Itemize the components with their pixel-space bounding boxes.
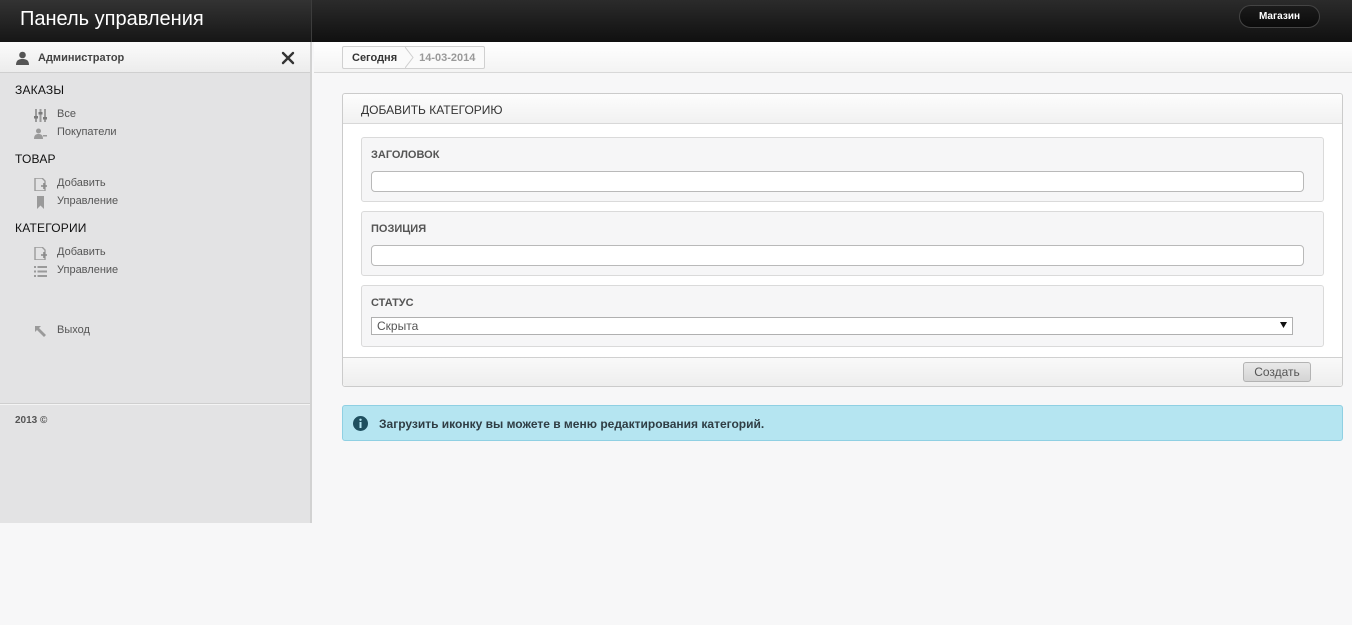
add-category-panel: ДОБАВИТЬ КАТЕГОРИЮ ЗАГОЛОВОК ПОЗИЦИЯ СТА… (342, 93, 1343, 387)
section-title-orders: ЗАКАЗЫ (15, 83, 65, 97)
sidebar-item-label: Управление (57, 195, 119, 207)
sidebar-item-category-add[interactable]: Добавить (34, 245, 106, 261)
panel-title: ДОБАВИТЬ КАТЕГОРИЮ (361, 103, 503, 117)
sidebar-item-product-add[interactable]: Добавить (34, 176, 106, 192)
heading-input[interactable] (371, 171, 1304, 192)
add-document-icon (34, 246, 47, 260)
section-title-categories: КАТЕГОРИИ (15, 221, 87, 235)
sidebar-divider (0, 403, 310, 404)
status-field-group: СТАТУС Скрыта (361, 285, 1324, 347)
sidebar: Администратор ЗАКАЗЫ Все Покупатели ТОВА… (0, 42, 312, 523)
breadcrumb-today[interactable]: Сегодня (343, 47, 405, 68)
heading-field-group: ЗАГОЛОВОК (361, 137, 1324, 202)
heading-label: ЗАГОЛОВОК (371, 149, 440, 161)
sidebar-user-bar: Администратор (0, 42, 310, 73)
customers-icon (34, 128, 47, 139)
close-icon[interactable] (281, 51, 295, 65)
position-field-group: ПОЗИЦИЯ (361, 211, 1324, 276)
shop-button[interactable]: Магазин (1239, 5, 1320, 28)
breadcrumb-bar: Сегодня 14-03-2014 (314, 42, 1352, 73)
sidebar-item-label: Управление (57, 264, 119, 276)
top-bar: Панель управления Магазин (0, 0, 1352, 42)
brand-area: Панель управления (0, 0, 312, 42)
info-alert: Загрузить иконку вы можете в меню редакт… (342, 405, 1343, 441)
orders-all-icon (34, 108, 47, 122)
breadcrumb: Сегодня 14-03-2014 (342, 46, 486, 69)
list-icon (34, 265, 47, 277)
sidebar-item-label: Все (57, 108, 76, 120)
sidebar-footer: 2013 © (15, 415, 48, 426)
sidebar-item-customers[interactable]: Покупатели (34, 125, 117, 141)
status-label: СТАТУС (371, 297, 414, 309)
alert-message: Загрузить иконку вы можете в меню редакт… (379, 417, 765, 431)
create-button[interactable]: Создать (1243, 362, 1311, 382)
sidebar-item-product-manage[interactable]: Управление (34, 194, 118, 210)
panel-footer: Создать (343, 357, 1342, 386)
position-label: ПОЗИЦИЯ (371, 223, 427, 235)
sidebar-item-label: Покупатели (57, 126, 117, 138)
user-name: Администратор (38, 52, 125, 64)
sidebar-item-logout[interactable]: Выход (34, 323, 90, 339)
dropdown-arrow-icon (1280, 322, 1287, 328)
panel-header: ДОБАВИТЬ КАТЕГОРИЮ (343, 94, 1342, 124)
sidebar-item-orders-all[interactable]: Все (34, 107, 76, 123)
logout-arrow-icon (35, 325, 46, 337)
add-document-icon (34, 177, 47, 191)
sidebar-item-label: Выход (57, 324, 90, 336)
sidebar-item-label: Добавить (57, 177, 106, 189)
user-icon (16, 51, 29, 65)
info-icon (353, 416, 368, 431)
breadcrumb-separator (405, 47, 414, 68)
app-title: Панель управления (20, 8, 204, 30)
position-input[interactable] (371, 245, 1304, 266)
status-select[interactable]: Скрыта (371, 317, 1293, 335)
breadcrumb-date: 14-03-2014 (419, 51, 476, 64)
status-selected-value: Скрыта (377, 319, 419, 333)
section-title-products: ТОВАР (15, 152, 56, 166)
bookmark-icon (37, 195, 44, 209)
sidebar-item-category-manage[interactable]: Управление (34, 263, 118, 279)
sidebar-item-label: Добавить (57, 246, 106, 258)
